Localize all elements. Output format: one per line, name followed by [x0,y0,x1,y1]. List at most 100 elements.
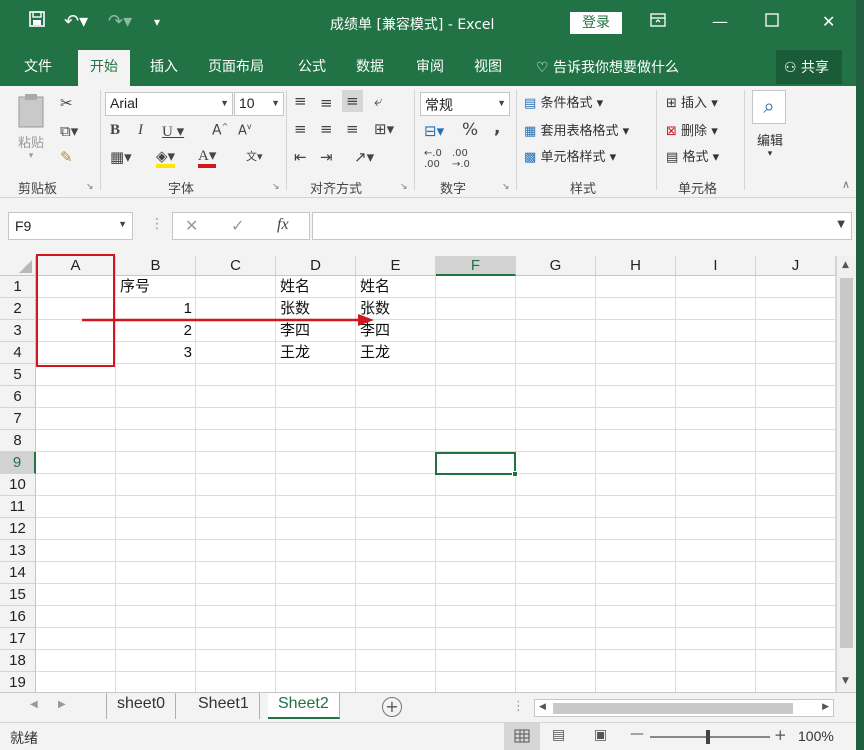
bold-icon[interactable]: B [110,122,120,139]
tell-me-search[interactable]: ♡ 告诉我你想要做什么 [536,57,679,77]
expand-formula-icon[interactable]: ▼ [837,219,845,230]
minimize-icon[interactable]: — [712,12,728,31]
alignment-launcher-icon[interactable]: ↘ [400,182,408,192]
row-header-1[interactable]: 1 [0,276,36,298]
save-icon[interactable] [28,10,46,35]
drag-handle-icon[interactable]: ⋮ [150,216,164,232]
borders-icon[interactable]: ▦▾ [110,148,132,166]
formula-input[interactable]: ▼ [312,212,852,240]
row-header-6[interactable]: 6 [0,386,36,408]
decrease-decimal-icon[interactable]: .00 →.0 [452,148,470,170]
decrease-font-icon[interactable]: Av [238,122,252,138]
row-header-19[interactable]: 19 [0,672,36,692]
increase-decimal-icon[interactable]: ←.0.00 [424,148,442,170]
copy-icon[interactable]: ⧉▾ [60,122,78,140]
font-name-combo[interactable]: Arial ▼ [105,92,233,116]
cell-d1[interactable]: 姓名 [276,276,356,298]
align-middle-icon[interactable]: ≡ [320,94,333,112]
splitter-icon[interactable]: ⋮ [512,699,525,714]
align-bottom-icon[interactable]: ≡ [342,90,363,112]
cell-e4[interactable]: 王龙 [356,342,436,364]
format-as-table-button[interactable]: ▦ 套用表格格式 ▾ [524,120,629,139]
conditional-formatting-button[interactable]: ▤ 条件格式 ▾ [524,92,603,111]
sheet-tab-sheet0[interactable]: sheet0 [106,693,177,719]
cell-b4[interactable]: 3 [116,342,196,364]
scroll-down-icon[interactable]: ▼ [842,676,849,686]
hscroll-thumb[interactable] [553,703,793,714]
insert-cells-button[interactable]: ⊞ 插入 ▾ [666,92,718,111]
zoom-out-icon[interactable]: — [630,726,644,742]
cut-icon[interactable]: ✂ [60,94,73,112]
column-header-c[interactable]: C [196,256,276,276]
clipboard-launcher-icon[interactable]: ↘ [86,182,94,192]
increase-indent-icon[interactable]: ⇥ [320,148,333,166]
decrease-indent-icon[interactable]: ⇤ [294,148,307,166]
fill-color-icon[interactable]: ◈▾ [156,148,176,168]
comma-style-icon[interactable]: , [494,118,500,138]
align-left-icon[interactable]: ≡ [294,120,307,138]
page-break-view-icon[interactable]: ▣ [594,727,607,743]
ribbon-display-icon[interactable] [650,12,666,31]
zoom-slider[interactable] [650,730,770,744]
cell-e1[interactable]: 姓名 [356,276,436,298]
row-header-8[interactable]: 8 [0,430,36,452]
cell-b1[interactable]: 序号 [116,276,196,298]
row-header-4[interactable]: 4 [0,342,36,364]
horizontal-scrollbar[interactable]: ◀ ▶ [534,699,834,717]
row-header-12[interactable]: 12 [0,518,36,540]
row-header-3[interactable]: 3 [0,320,36,342]
wrap-text-icon[interactable]: ⤶ [374,92,382,110]
row-header-10[interactable]: 10 [0,474,36,496]
scroll-right-icon[interactable]: ▶ [822,702,829,712]
scroll-left-icon[interactable]: ◀ [539,702,546,712]
row-header-18[interactable]: 18 [0,650,36,672]
row-header-9[interactable]: 9 [0,452,36,474]
font-size-combo[interactable]: 10 ▼ [234,92,284,116]
page-layout-view-icon[interactable]: ▤ [552,727,565,743]
undo-icon[interactable]: ↶▾ [64,10,88,34]
font-color-icon[interactable]: A▾ [198,148,217,168]
active-cell-selection[interactable] [435,452,518,477]
cancel-icon[interactable]: ✕ [185,216,198,235]
column-header-h[interactable]: H [596,256,676,276]
align-top-icon[interactable]: ≡ [294,92,307,110]
tab-page-layout[interactable]: 页面布局 [208,56,264,76]
name-box[interactable]: F9 ▼ [8,212,133,240]
align-center-icon[interactable]: ≡ [320,120,333,138]
tab-review[interactable]: 审阅 [416,56,444,76]
percent-style-icon[interactable]: % [462,120,478,140]
select-all-button[interactable] [0,256,36,276]
vertical-scrollbar[interactable]: ▲ ▼ [836,256,856,692]
editing-button[interactable]: ⌕ 编辑 ▾ [752,90,788,159]
close-icon[interactable]: ✕ [822,12,835,31]
enter-icon[interactable]: ✓ [231,216,244,235]
zoom-level[interactable]: 100% [798,728,834,744]
row-header-13[interactable]: 13 [0,540,36,562]
column-header-j[interactable]: J [756,256,836,276]
row-header-15[interactable]: 15 [0,584,36,606]
accounting-format-icon[interactable]: ⊟▾ [424,122,444,140]
scroll-thumb[interactable] [840,278,853,648]
tab-file[interactable]: 文件 [24,56,52,76]
column-header-f[interactable]: F [436,256,516,276]
column-header-b[interactable]: B [116,256,196,276]
row-header-16[interactable]: 16 [0,606,36,628]
column-header-i[interactable]: I [676,256,756,276]
tab-formulas[interactable]: 公式 [298,56,326,76]
number-launcher-icon[interactable]: ↘ [502,182,510,192]
fill-handle[interactable] [512,471,518,477]
sheet-tab-sheet2[interactable]: Sheet2 [268,693,340,719]
phonetic-icon[interactable]: 文▾ [246,148,263,164]
row-header-7[interactable]: 7 [0,408,36,430]
column-header-g[interactable]: G [516,256,596,276]
scroll-up-icon[interactable]: ▲ [842,260,849,270]
orientation-icon[interactable]: ↗▾ [354,148,374,166]
tab-view[interactable]: 视图 [474,56,502,76]
number-format-combo[interactable]: 常规 ▼ [420,92,510,116]
zoom-in-icon[interactable]: + [774,726,787,744]
italic-icon[interactable]: I [138,122,143,139]
redo-icon[interactable]: ↷▾ [108,10,132,34]
tab-home[interactable]: 开始 [78,50,130,86]
delete-cells-button[interactable]: ⊠ 删除 ▾ [666,120,718,139]
paste-button[interactable]: 粘贴 ▾ [14,92,48,162]
